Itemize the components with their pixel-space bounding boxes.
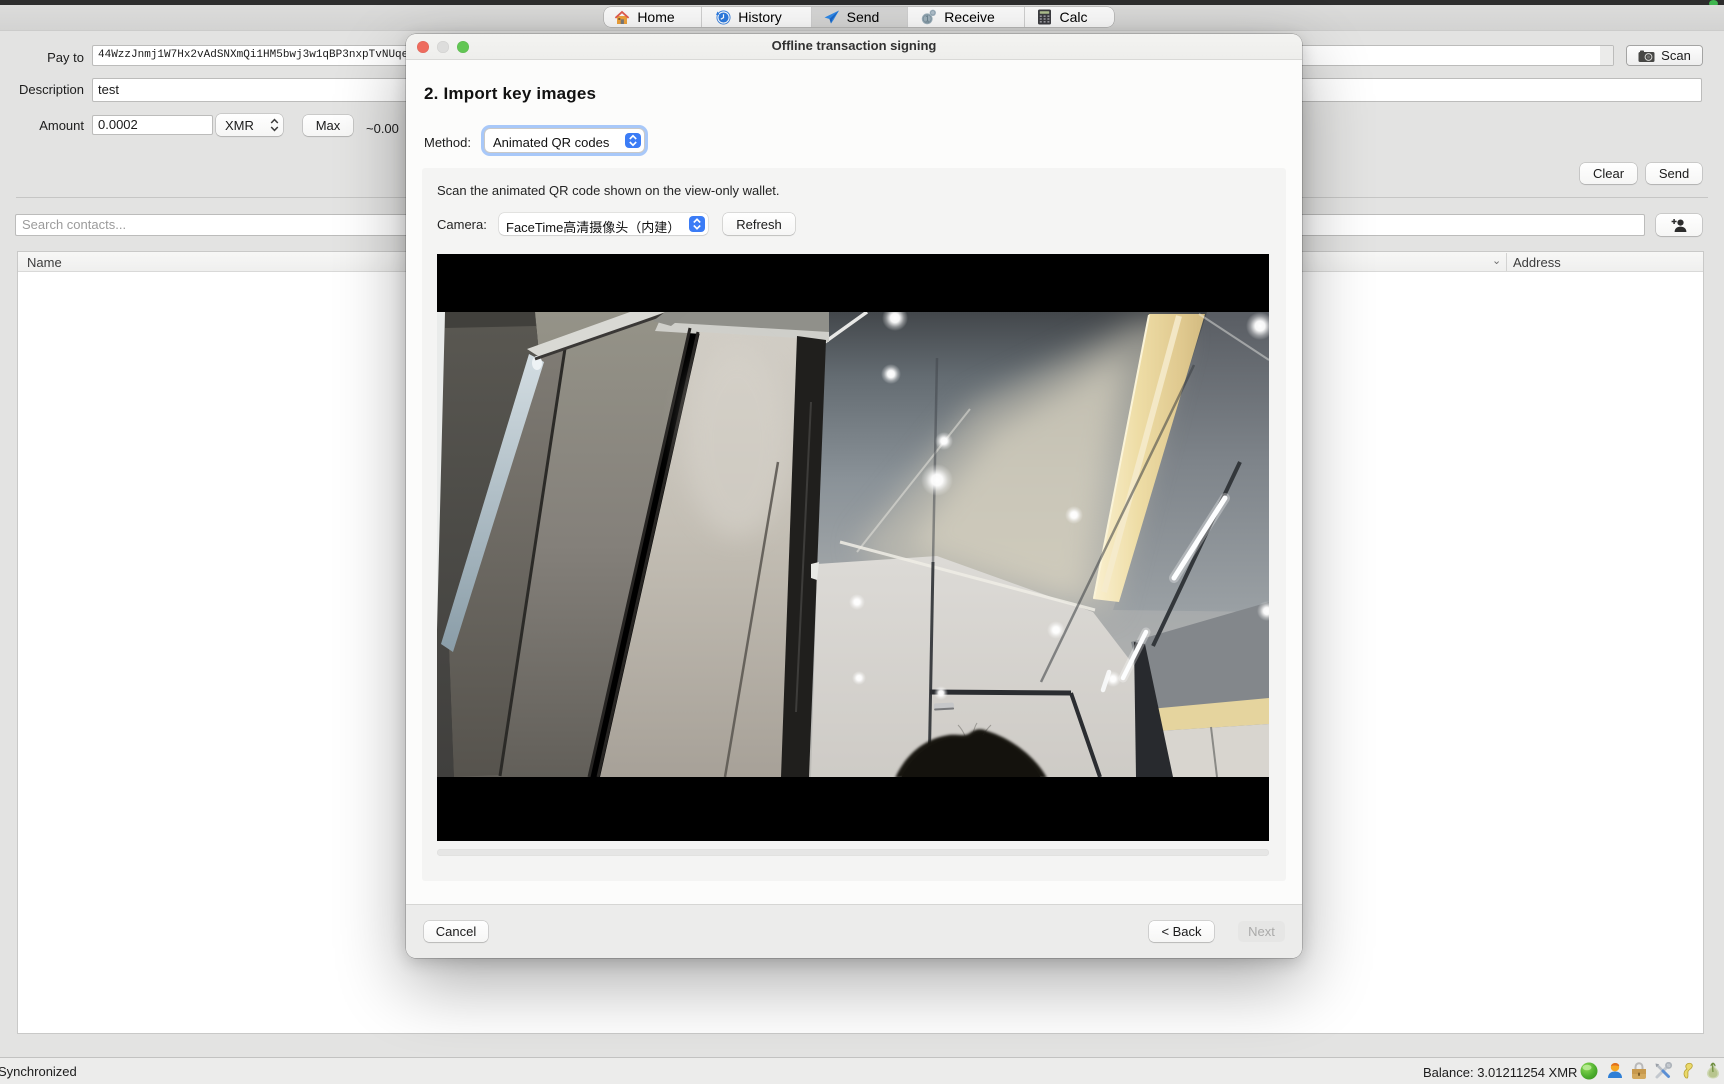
svg-text:1: 1 [925, 15, 930, 24]
